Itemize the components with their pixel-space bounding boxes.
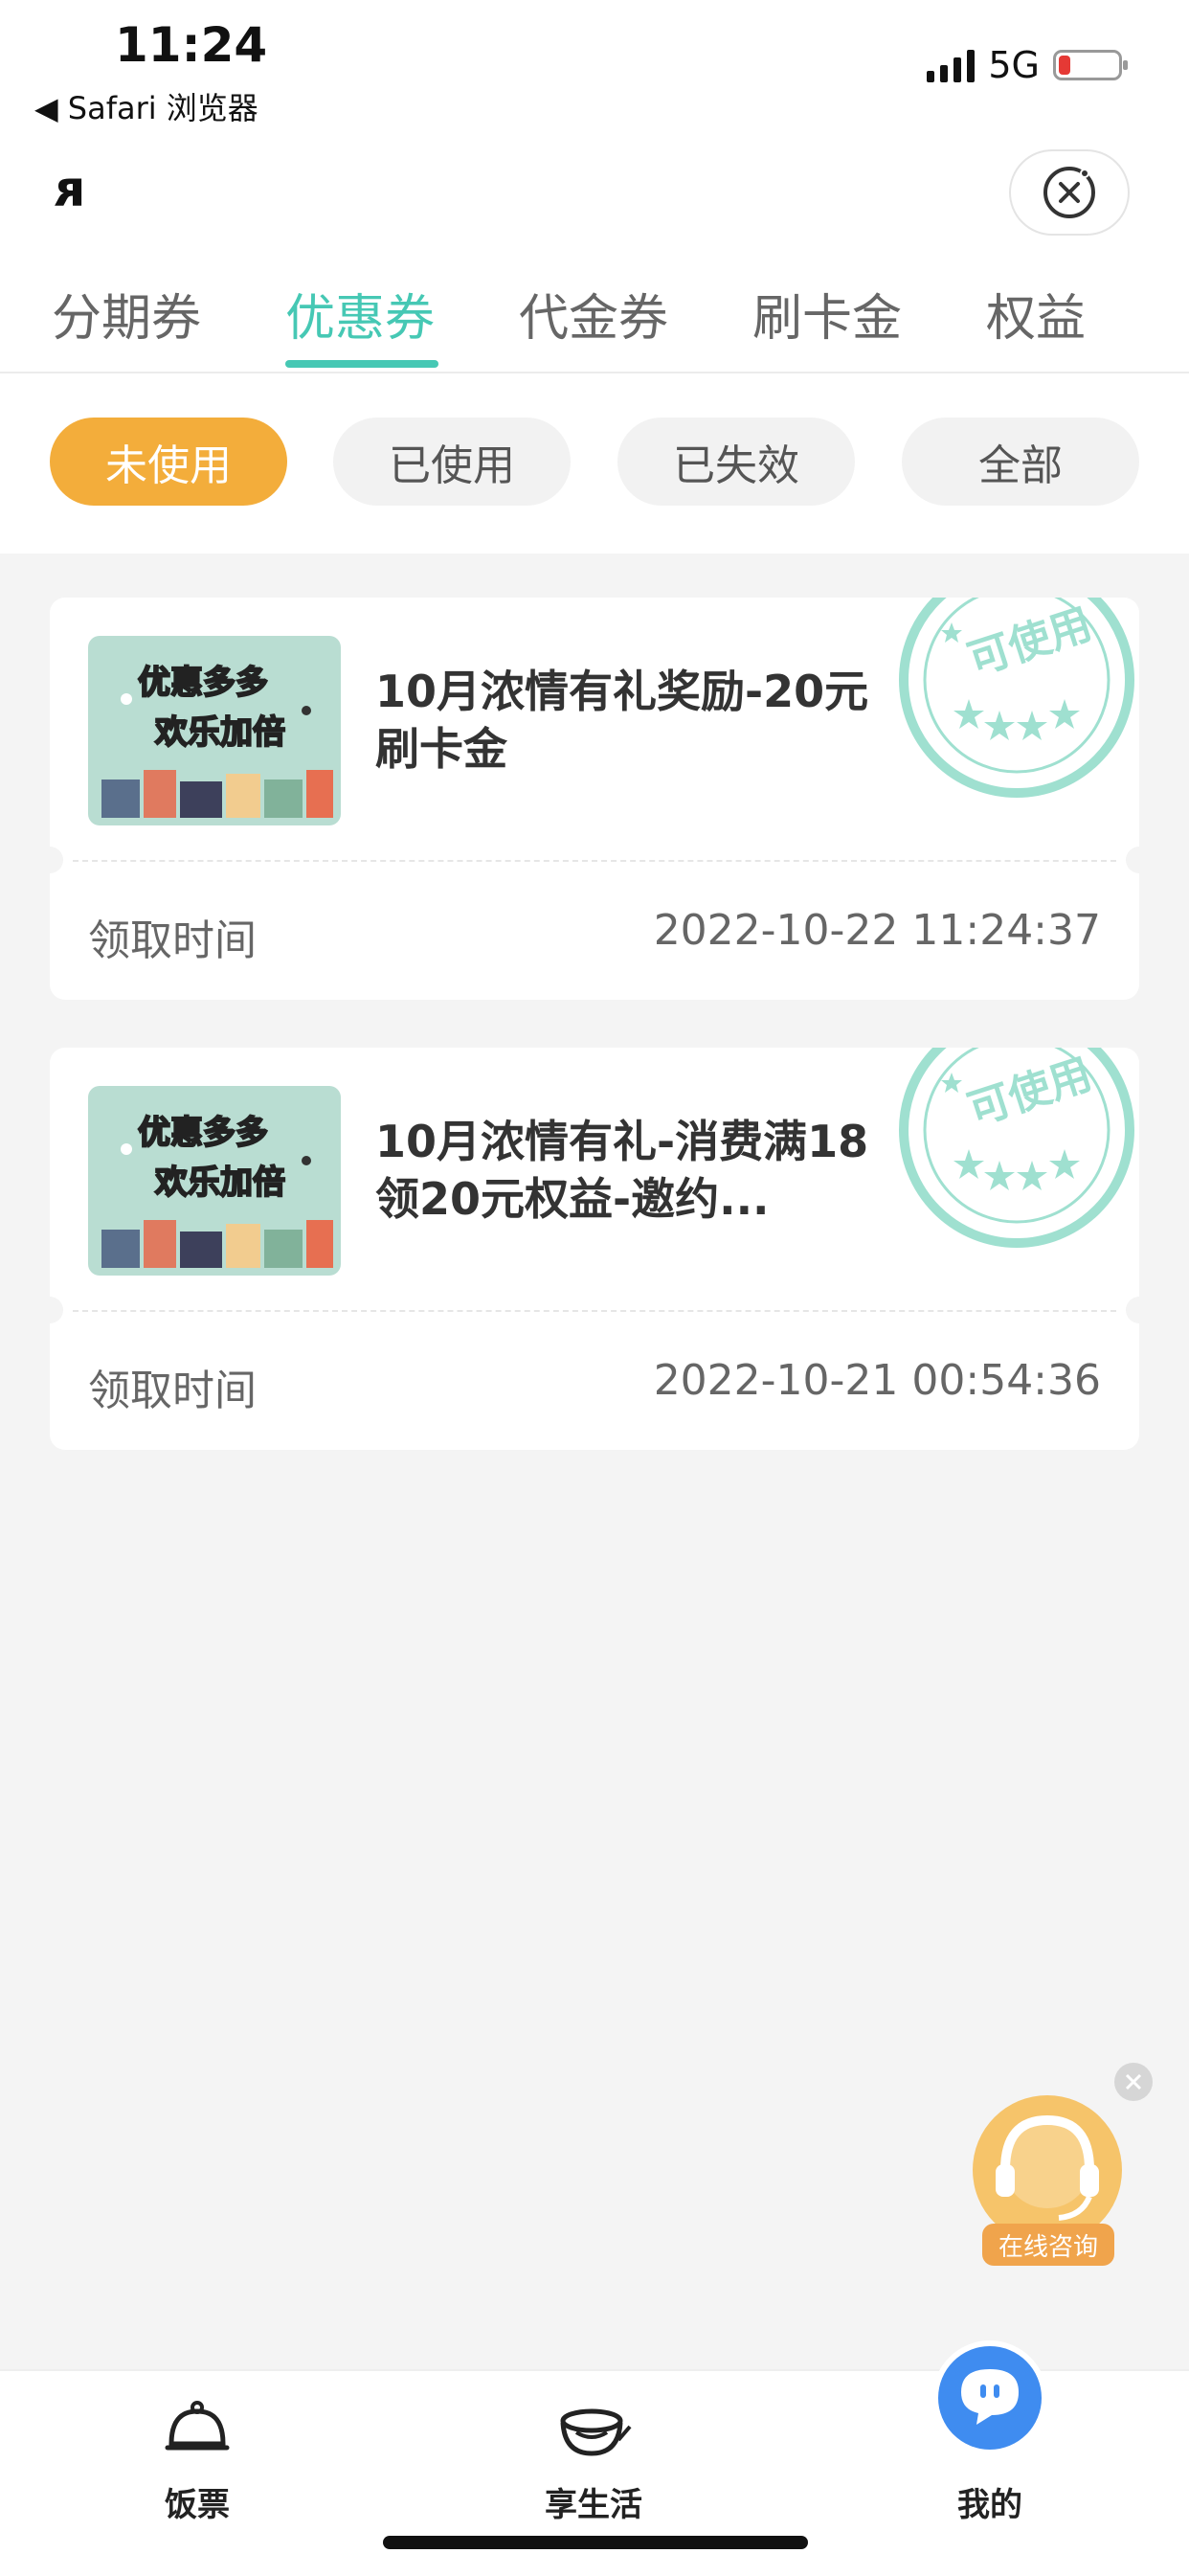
bottom-nav-life[interactable]: 享生活 <box>450 2371 737 2543</box>
home-indicator[interactable] <box>383 2536 808 2549</box>
thumb-line1: 优惠多多 <box>138 1114 268 1152</box>
thumb-line2: 欢乐加倍 <box>154 1164 285 1202</box>
network-type: 5G <box>988 44 1040 86</box>
available-stamp: 可使用 <box>892 598 1139 804</box>
bottom-nav-label: 享生活 <box>545 2486 642 2524</box>
close-button[interactable] <box>1009 149 1130 236</box>
tab-discount[interactable]: 优惠券 <box>285 278 435 350</box>
coupon-thumbnail: 优惠多多 欢乐加倍 <box>88 636 341 825</box>
received-time-value: 2022-10-21 00:54:36 <box>653 1356 1101 1405</box>
nav-back-glyph[interactable]: ᴙ <box>54 161 85 218</box>
filter-unused[interactable]: 未使用 <box>50 418 287 506</box>
coupon-thumbnail-art: 优惠多多 欢乐加倍 <box>88 1086 341 1276</box>
card-divider <box>73 860 1116 862</box>
bowl-icon <box>560 2408 632 2456</box>
coupon-title: 10月浓情有礼-消费满18领20元权益-邀约... <box>375 1116 869 1225</box>
coupon-thumbnail-art: 优惠多多 欢乐加倍 <box>88 636 341 825</box>
card-notch-right <box>1126 1297 1139 1323</box>
bottom-nav-mine[interactable]: 我的 <box>846 2340 1133 2543</box>
battery-icon <box>1053 50 1128 80</box>
coupon-card[interactable]: 优惠多多 欢乐加倍 10月浓情有礼-消费满18领20元权益-邀约... 可使用 … <box>50 1048 1139 1450</box>
rice-bowl-icon <box>165 2401 230 2451</box>
header-area: 11:24 ◀ Safari 浏览器 5G ᴙ 分期券 优惠券 代金券 刷卡金 … <box>0 0 1189 554</box>
received-time-label: 领取时间 <box>88 1367 257 1415</box>
tab-installment[interactable]: 分期券 <box>52 278 201 350</box>
signal-icon <box>927 48 976 82</box>
coupon-tabs: 分期券 优惠券 代金券 刷卡金 权益 <box>0 278 1189 373</box>
filter-all[interactable]: 全部 <box>902 418 1139 506</box>
filter-used[interactable]: 已使用 <box>333 418 571 506</box>
bottom-nav-label: 我的 <box>957 2486 1022 2524</box>
stamp-text: 可使用 <box>962 599 1097 685</box>
coupon-thumbnail: 优惠多多 欢乐加倍 <box>88 1086 341 1276</box>
filter-expired[interactable]: 已失效 <box>617 418 855 506</box>
coupon-title: 10月浓情有礼奖励-20元刷卡金 <box>375 666 869 775</box>
received-time-value: 2022-10-22 11:24:37 <box>653 906 1101 955</box>
close-circle-icon <box>1043 167 1095 218</box>
close-icon <box>1125 2073 1142 2090</box>
thumb-line2: 欢乐加倍 <box>154 713 285 752</box>
thumb-line1: 优惠多多 <box>138 664 268 702</box>
chat-bubble-icon <box>932 2340 1047 2455</box>
tab-benefits[interactable]: 权益 <box>986 278 1086 350</box>
card-divider <box>73 1310 1116 1312</box>
tab-card-cash[interactable]: 刷卡金 <box>752 278 902 350</box>
bottom-nav-label: 饭票 <box>165 2486 230 2524</box>
bottom-nav-tickets[interactable]: 饭票 <box>54 2371 341 2543</box>
received-time-label: 领取时间 <box>88 916 257 965</box>
available-stamp: 可使用 <box>892 1048 1139 1254</box>
back-to-safari[interactable]: ◀ Safari 浏览器 <box>34 84 258 128</box>
card-notch-right <box>1126 847 1139 873</box>
status-indicators: 5G <box>927 44 1128 86</box>
card-notch-left <box>50 847 63 873</box>
active-tab-indicator <box>285 360 438 368</box>
status-time: 11:24 <box>115 17 268 73</box>
coupon-card[interactable]: 优惠多多 欢乐加倍 10月浓情有礼奖励-20元刷卡金 可使用 领取时间 2022… <box>50 598 1139 1000</box>
card-notch-left <box>50 1297 63 1323</box>
stamp-text: 可使用 <box>962 1050 1097 1135</box>
online-consult-label: 在线咨询 <box>982 2224 1114 2266</box>
tab-voucher[interactable]: 代金券 <box>519 278 668 350</box>
